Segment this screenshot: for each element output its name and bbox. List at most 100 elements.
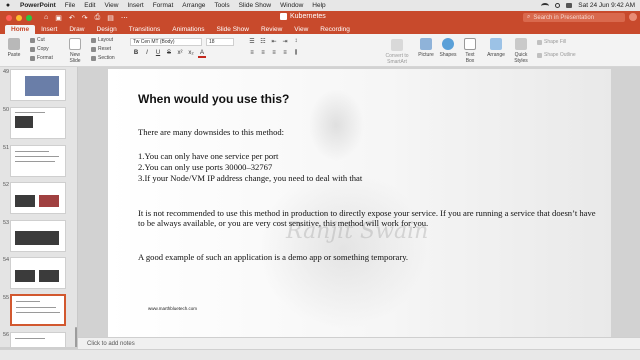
tab-view[interactable]: View: [288, 25, 314, 34]
columns-icon[interactable]: ⫼: [292, 50, 300, 57]
slide-point-3[interactable]: 3.If your Node/VM IP address change, you…: [138, 173, 362, 183]
menu-format[interactable]: Format: [153, 2, 174, 9]
current-slide[interactable]: Ranjit Swain When would you use this? Th…: [108, 69, 611, 339]
subscript-button[interactable]: x₂: [187, 50, 195, 58]
menu-arrange[interactable]: Arrange: [182, 2, 205, 9]
tab-review[interactable]: Review: [255, 25, 288, 34]
close-window-button[interactable]: [6, 14, 12, 21]
menu-view[interactable]: View: [104, 2, 118, 9]
menu-edit[interactable]: Edit: [84, 2, 95, 9]
menu-help[interactable]: Help: [312, 2, 325, 9]
slide-number-49: 49: [3, 69, 10, 75]
numbering-icon[interactable]: ☷: [259, 38, 267, 45]
menu-app-name[interactable]: PowerPoint: [20, 2, 56, 9]
underline-button[interactable]: U: [154, 50, 162, 58]
bullets-icon[interactable]: ☰: [248, 38, 256, 45]
menu-window[interactable]: Window: [280, 2, 303, 9]
apple-icon[interactable]: ●: [4, 2, 12, 9]
minimize-window-button[interactable]: [16, 14, 22, 21]
new-slide-button[interactable]: New Slide: [66, 38, 84, 64]
feedback-icon[interactable]: [629, 13, 637, 21]
redo-icon[interactable]: ↷: [82, 14, 88, 22]
superscript-button[interactable]: x²: [176, 50, 184, 58]
paste-button[interactable]: Paste: [6, 38, 22, 58]
notes-pane[interactable]: Click to add notes: [78, 337, 640, 349]
strikethrough-button[interactable]: S: [165, 50, 173, 58]
zoom-window-button[interactable]: [26, 14, 32, 21]
align-left-icon[interactable]: ≡: [248, 50, 256, 57]
slide-intro-text[interactable]: There are many downsides to this method:: [138, 127, 284, 137]
wifi-icon[interactable]: [541, 2, 550, 9]
more-commands-icon[interactable]: ⋯: [121, 14, 128, 22]
font-color-button[interactable]: A: [198, 50, 206, 58]
search-presentation-input[interactable]: ⌕ Search in Presentation: [523, 13, 625, 22]
section-button[interactable]: Section: [91, 55, 115, 61]
present-icon[interactable]: ▤: [107, 14, 114, 22]
slide-point-2[interactable]: 2.You can only use ports 30000–32767: [138, 162, 272, 172]
tab-animations[interactable]: Animations: [166, 25, 210, 34]
control-center-icon[interactable]: [566, 3, 573, 8]
home-icon[interactable]: ⌂: [44, 14, 48, 22]
slide-point-1[interactable]: 1.You can only have one service per port: [138, 151, 278, 161]
tab-design[interactable]: Design: [91, 25, 123, 34]
search-icon[interactable]: [555, 3, 561, 8]
slide-thumbnail-53[interactable]: [10, 220, 66, 252]
justify-icon[interactable]: ≡: [281, 50, 289, 57]
format-painter-button[interactable]: Format: [30, 55, 53, 61]
slide-title[interactable]: When would you use this?: [138, 92, 289, 106]
slide-paragraph-2[interactable]: A good example of such an application is…: [138, 252, 598, 262]
cut-button[interactable]: Cut: [30, 37, 45, 43]
slide-number-54: 54: [3, 257, 10, 263]
decrease-indent-icon[interactable]: ⇤: [270, 38, 278, 45]
reset-icon: [91, 46, 96, 52]
menu-slide-show[interactable]: Slide Show: [239, 2, 272, 9]
align-center-icon[interactable]: ≡: [259, 50, 267, 57]
shape-fill-button[interactable]: Shape Fill: [537, 39, 566, 45]
tab-transitions[interactable]: Transitions: [123, 25, 167, 34]
tab-insert[interactable]: Insert: [35, 25, 63, 34]
font-size-select[interactable]: 18: [206, 38, 234, 46]
quick-styles-button[interactable]: Quick Styles: [510, 38, 532, 64]
increase-indent-icon[interactable]: ⇥: [281, 38, 289, 45]
smartart-icon: [391, 39, 403, 51]
align-right-icon[interactable]: ≡: [270, 50, 278, 57]
undo-icon[interactable]: ↶: [69, 14, 75, 22]
save-icon[interactable]: ▣: [55, 14, 62, 22]
line-spacing-icon[interactable]: ↕: [292, 38, 300, 45]
shape-outline-button[interactable]: Shape Outline: [537, 52, 576, 58]
brush-icon: [30, 55, 35, 61]
font-name-select[interactable]: Tw Cen MT (Body): [130, 38, 202, 46]
tab-home[interactable]: Home: [5, 25, 36, 34]
tab-recording[interactable]: Recording: [314, 25, 356, 34]
slide-thumbnail-52[interactable]: [10, 182, 66, 214]
slide-thumbnail-49[interactable]: [10, 69, 66, 101]
arrange-button[interactable]: Arrange: [486, 38, 506, 58]
slide-thumbnail-50[interactable]: [10, 107, 66, 139]
bold-button[interactable]: B: [132, 50, 140, 58]
slide-thumbnail-56[interactable]: [10, 332, 66, 347]
menu-tools[interactable]: Tools: [214, 2, 229, 9]
italic-button[interactable]: I: [143, 50, 151, 58]
slide-paragraph-1[interactable]: It is not recommended to use this method…: [138, 208, 598, 229]
copy-button[interactable]: Copy: [30, 46, 49, 52]
tab-slide-show[interactable]: Slide Show: [210, 25, 255, 34]
shapes-button[interactable]: Shapes: [439, 38, 457, 58]
slide-thumbnail-51[interactable]: [10, 145, 66, 177]
slide-thumbnail-55[interactable]: [10, 294, 66, 326]
thumbnails-scrollbar[interactable]: [75, 327, 77, 347]
slide-thumbnails-panel[interactable]: 49 50 51 52 53 54 55 56: [0, 67, 78, 347]
layout-button[interactable]: Layout: [91, 37, 113, 43]
menu-insert[interactable]: Insert: [127, 2, 143, 9]
print-icon[interactable]: ⎙: [95, 14, 101, 22]
text-box-button[interactable]: Text Box: [461, 38, 479, 64]
reset-button[interactable]: Reset: [91, 46, 111, 52]
slide-thumbnail-54[interactable]: [10, 257, 66, 289]
thumbnail-image: [25, 76, 59, 96]
tab-draw[interactable]: Draw: [63, 25, 90, 34]
document-title: Kubernetes: [280, 13, 326, 20]
menu-file[interactable]: File: [65, 2, 75, 9]
picture-button[interactable]: Picture: [417, 38, 435, 58]
convert-smartart-button[interactable]: Convert to SmartArt: [382, 39, 412, 65]
magnifier-icon: ⌕: [527, 14, 531, 20]
arrange-icon: [490, 38, 502, 50]
